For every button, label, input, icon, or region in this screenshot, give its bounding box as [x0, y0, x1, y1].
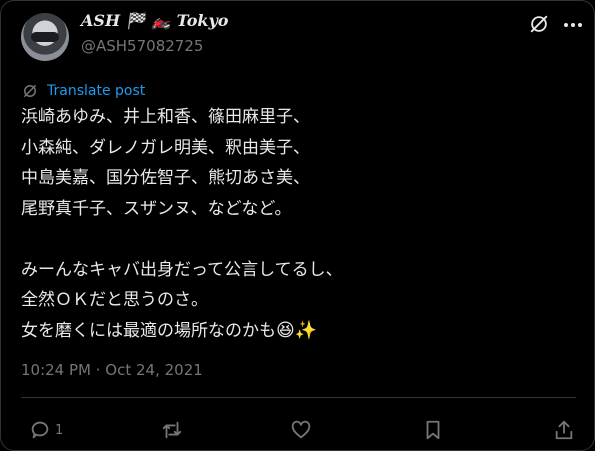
share-icon [555, 420, 573, 440]
author-display-name[interactable]: ASH 🏁 🏍️ Tokyo [81, 11, 228, 30]
more-icon[interactable] [561, 13, 585, 37]
helmet-visor [31, 32, 59, 42]
post-emoji: 😆✨ [276, 319, 318, 341]
retweet-button[interactable] [161, 418, 183, 442]
bookmark-icon [426, 420, 440, 440]
grok-icon[interactable] [528, 13, 550, 35]
like-icon [291, 420, 311, 439]
post-timestamp[interactable]: 10:24 PM · Oct 24, 2021 [21, 361, 203, 379]
post-line: 女を磨くには最適の場所なのかも [21, 320, 276, 341]
divider [21, 397, 576, 398]
like-button[interactable] [290, 418, 312, 442]
retweet-icon [162, 421, 182, 439]
bookmark-button[interactable] [422, 418, 444, 442]
translate-label[interactable]: Translate post [47, 83, 145, 99]
post-line: 小森純、ダレノガレ明美、釈由美子、 [21, 137, 310, 158]
post-line: 浜崎あゆみ、井上和香、篠田麻里子、 [21, 107, 310, 127]
share-button[interactable] [553, 418, 575, 442]
translate-post-link[interactable]: Translate post [21, 81, 145, 101]
reply-count: 1 [55, 422, 64, 438]
avatar[interactable] [21, 13, 69, 61]
reply-icon [31, 421, 49, 439]
post-line: 全然ＯＫだと思うのさ。 [21, 290, 208, 310]
post-line: 中島美嘉、国分佐智子、熊切あさ美、 [21, 168, 310, 188]
tweet-card: ASH 🏁 🏍️ Tokyo @ASH57082725 Translate po… [0, 0, 595, 451]
post-text: 浜崎あゆみ、井上和香、篠田麻里子、 小森純、ダレノガレ明美、釈由美子、 中島美嘉… [21, 102, 581, 346]
post-line: みーんなキャバ出身だって公言してるし、 [21, 259, 343, 280]
post-line: 尾野真千子、スザンヌ、などなど。 [21, 198, 292, 219]
author-handle[interactable]: @ASH57082725 [81, 37, 203, 55]
translate-icon [24, 85, 36, 97]
reply-button[interactable]: 1 [29, 418, 63, 442]
